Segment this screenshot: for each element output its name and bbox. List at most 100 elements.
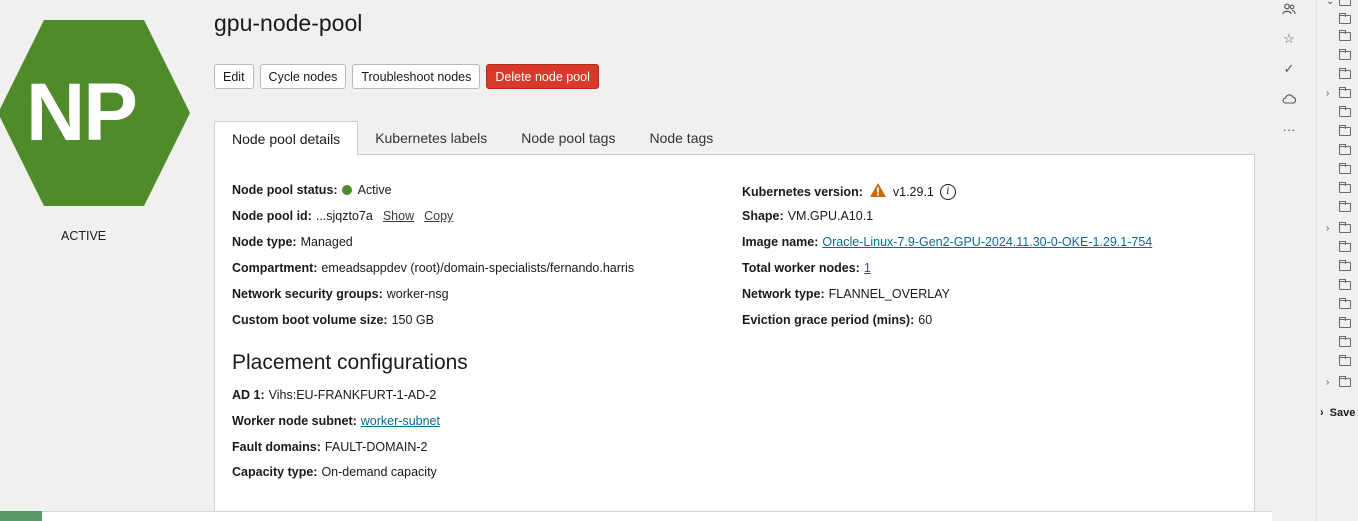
shape-row: Shape: VM.GPU.A10.1 [742, 209, 873, 223]
boot-volume-row: Custom boot volume size: 150 GB [232, 313, 434, 327]
chevron-right-icon: › [1320, 407, 1324, 419]
worker-subnet-label: Worker node subnet: [232, 414, 357, 428]
nsg-value: worker-nsg [386, 287, 449, 301]
saved-label: Save [1329, 407, 1356, 419]
folder-item[interactable] [1321, 105, 1351, 119]
capacity-type-value: On-demand capacity [321, 465, 437, 479]
compartment-value: emeadsappdev (root)/domain-specialists/f… [321, 261, 635, 275]
folder-icon [1339, 278, 1351, 290]
cloud-icon[interactable] [1280, 90, 1298, 108]
trash-icon [1339, 67, 1351, 79]
network-type-value: FLANNEL_OVERLAY [828, 287, 951, 301]
id-label: Node pool id: [232, 209, 312, 223]
checkmark-icon[interactable]: ✓ [1280, 60, 1298, 78]
tab-kubernetes-labels[interactable]: Kubernetes labels [358, 121, 504, 155]
troubleshoot-nodes-button[interactable]: Troubleshoot nodes [352, 64, 481, 89]
eviction-grace-row: Eviction grace period (mins): 60 [742, 313, 932, 327]
folder-item[interactable] [1321, 278, 1351, 292]
capacity-type-row: Capacity type: On-demand capacity [232, 465, 437, 479]
network-type-label: Network type: [742, 287, 825, 301]
active-status-dot-icon [341, 185, 352, 195]
status-value: Active [357, 183, 392, 197]
folder-item[interactable] [1321, 316, 1351, 330]
folder-icon [1339, 0, 1351, 6]
archive-icon [1339, 12, 1351, 24]
badge-initials: NP [26, 67, 138, 158]
page-title: gpu-node-pool [214, 10, 363, 36]
details-panel: Node pool status: Active Node pool id: .… [214, 154, 1255, 521]
folder-icon [1339, 354, 1351, 366]
folder-icon [1339, 143, 1351, 155]
shape-label: Shape: [742, 209, 784, 223]
folder-icon [1339, 162, 1351, 174]
node-type-row: Node type: Managed [232, 235, 353, 249]
folder-icon [1339, 335, 1351, 347]
eviction-grace-label: Eviction grace period (mins): [742, 313, 915, 327]
folder-item[interactable] [1321, 335, 1351, 349]
ad-value: Vihs:EU-FRANKFURT-1-AD-2 [268, 388, 437, 402]
cycle-nodes-button[interactable]: Cycle nodes [259, 64, 347, 89]
compartment-row: Compartment: emeadsappdev (root)/domain-… [232, 261, 634, 275]
sent-item[interactable] [1321, 48, 1351, 62]
delete-node-pool-button[interactable]: Delete node pool [486, 64, 599, 89]
trash-item[interactable] [1321, 67, 1351, 81]
folder-item[interactable] [1321, 124, 1351, 138]
tab-node-tags[interactable]: Node tags [632, 121, 730, 155]
chevron-right-icon: › [1326, 376, 1330, 388]
people-icon[interactable] [1280, 0, 1298, 18]
edit-button[interactable]: Edit [214, 64, 254, 89]
folder-icon [1339, 316, 1351, 328]
folder-item[interactable] [1321, 200, 1351, 214]
warning-icon[interactable] [869, 182, 887, 201]
image-name-link[interactable]: Oracle-Linux-7.9-Gen2-GPU-2024.11.30-0-O… [822, 235, 1152, 249]
chevron-right-icon: › [1326, 222, 1330, 234]
chevron-down-icon: ⌄ [1326, 0, 1335, 7]
boot-volume-label: Custom boot volume size: [232, 313, 388, 327]
folder-icon [1339, 105, 1351, 117]
nsg-label: Network security groups: [232, 287, 383, 301]
show-id-link[interactable]: Show [383, 209, 414, 223]
archive-item[interactable] [1321, 12, 1351, 26]
nsg-row: Network security groups: worker-nsg [232, 287, 449, 301]
image-name-label: Image name: [742, 235, 819, 249]
folder-item[interactable] [1321, 181, 1351, 195]
info-icon[interactable]: i [939, 183, 956, 200]
action-bar: Edit Cycle nodes Troubleshoot nodes Dele… [214, 64, 599, 89]
folder-item[interactable]: › [1321, 221, 1351, 235]
drafts-item[interactable] [1321, 29, 1351, 43]
compartment-label: Compartment: [232, 261, 318, 275]
tab-node-pool-details[interactable]: Node pool details [214, 121, 359, 156]
node-type-label: Node type: [232, 235, 297, 249]
folder-icon [1339, 259, 1351, 271]
fault-domains-row: Fault domains: FAULT-DOMAIN-2 [232, 440, 427, 454]
node-pool-id-row: Node pool id: ...sjqzto7a Show Copy [232, 209, 453, 223]
badge-status: ACTIVE [61, 229, 107, 243]
fault-domains-value: FAULT-DOMAIN-2 [324, 440, 428, 454]
folder-icon [1339, 297, 1351, 309]
folder-icon [1339, 240, 1351, 252]
saved-searches-header[interactable]: › Save [1320, 407, 1355, 419]
send-icon [1339, 48, 1351, 60]
star-icon[interactable]: ☆ [1280, 30, 1298, 48]
folder-item[interactable]: ⌄ [1321, 0, 1351, 8]
total-workers-link[interactable]: 1 [864, 261, 871, 275]
folder-item[interactable] [1321, 354, 1351, 368]
bottom-bar [42, 511, 1272, 521]
worker-subnet-row: Worker node subnet: worker-subnet [232, 414, 440, 428]
folder-item[interactable] [1321, 162, 1351, 176]
folder-item[interactable]: › [1321, 86, 1351, 100]
cloud-folder-icon [1339, 375, 1351, 387]
folder-item[interactable] [1321, 259, 1351, 273]
folder-pane: ⌄ › › › [1316, 0, 1358, 521]
cloud-folder-item[interactable]: › [1321, 375, 1351, 389]
tab-node-pool-tags[interactable]: Node pool tags [504, 121, 632, 155]
copy-id-link[interactable]: Copy [424, 209, 453, 223]
worker-subnet-link[interactable]: worker-subnet [361, 414, 440, 428]
more-icon[interactable]: ··· [1280, 120, 1298, 138]
fault-domains-label: Fault domains: [232, 440, 321, 454]
folder-item[interactable] [1321, 240, 1351, 254]
drafts-icon [1339, 29, 1351, 41]
network-type-row: Network type: FLANNEL_OVERLAY [742, 287, 950, 301]
folder-item[interactable] [1321, 143, 1351, 157]
folder-item[interactable] [1321, 297, 1351, 311]
